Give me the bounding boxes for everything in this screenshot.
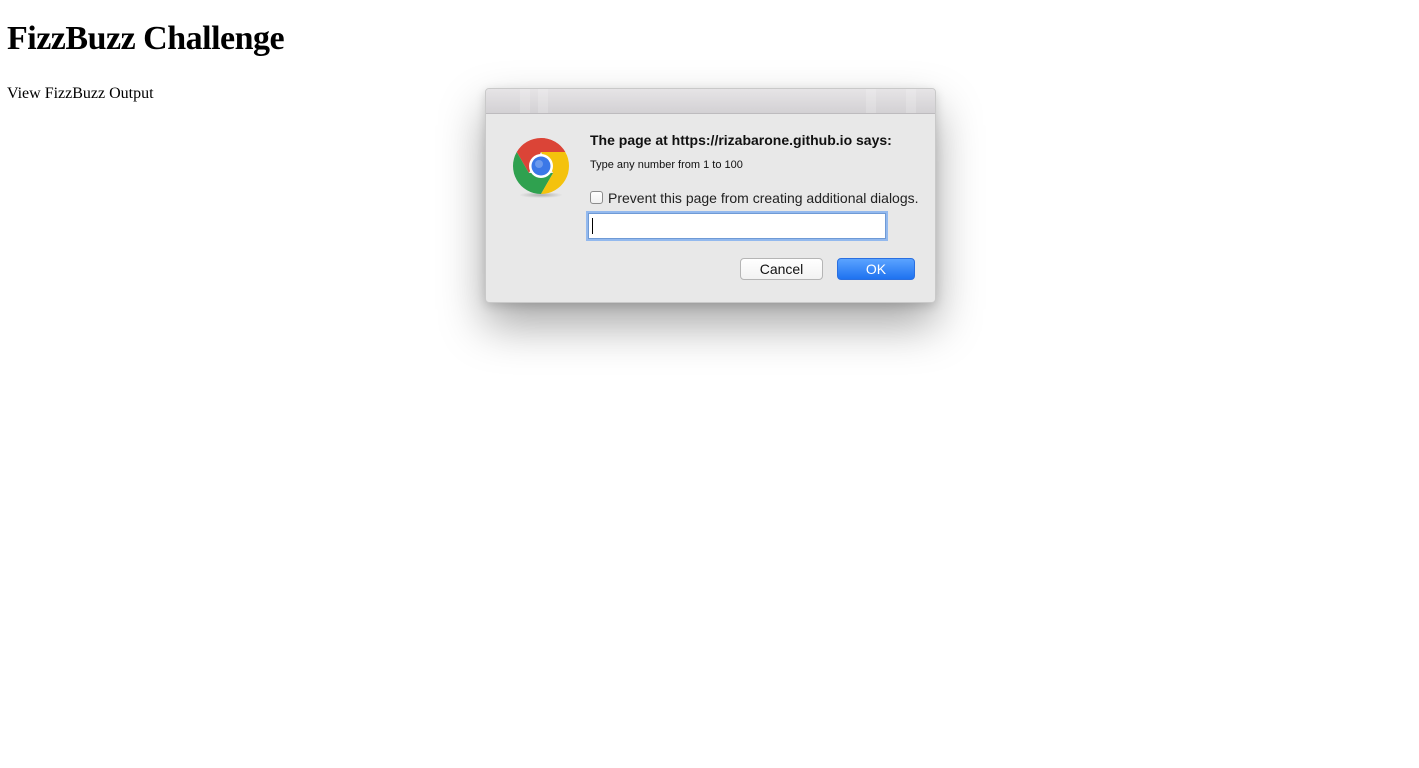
chrome-logo-icon bbox=[512, 138, 570, 198]
prompt-dialog: The page at https://rizabarone.github.io… bbox=[485, 88, 936, 303]
page-title: FizzBuzz Challenge bbox=[7, 20, 285, 57]
dialog-heading: The page at https://rizabarone.github.io… bbox=[590, 132, 892, 148]
dialog-titlebar[interactable] bbox=[486, 89, 935, 114]
view-output-link[interactable]: View FizzBuzz Output bbox=[7, 84, 154, 104]
text-caret bbox=[592, 218, 593, 234]
prevent-dialogs-label[interactable]: Prevent this page from creating addition… bbox=[608, 190, 919, 206]
dialog-message: Type any number from 1 to 100 bbox=[590, 159, 743, 171]
prevent-dialogs-checkbox[interactable] bbox=[590, 191, 603, 204]
prevent-dialogs-row[interactable]: Prevent this page from creating addition… bbox=[590, 189, 919, 206]
ok-button[interactable]: OK bbox=[837, 258, 915, 280]
number-input[interactable] bbox=[588, 213, 886, 239]
cancel-button[interactable]: Cancel bbox=[740, 258, 823, 280]
